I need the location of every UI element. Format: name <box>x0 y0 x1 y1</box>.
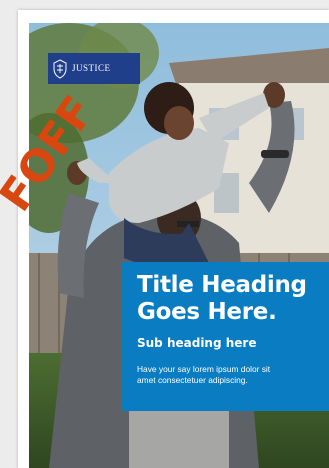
logo-name: JUSTICE <box>72 63 111 73</box>
logo-text: JUSTICE <box>72 64 111 73</box>
body-text: Have your say lorem ipsum dolor sit amet… <box>137 364 329 386</box>
title-heading: Title Heading Goes Here. <box>137 272 329 326</box>
title-line-1: Title Heading <box>137 272 307 298</box>
body-line-1: Have your say lorem ipsum dolor sit <box>137 364 271 374</box>
title-panel: Title Heading Goes Here. Sub heading her… <box>121 262 329 411</box>
sub-heading: Sub heading here <box>137 336 257 350</box>
title-line-2: Goes Here. <box>137 299 277 325</box>
crest-icon <box>53 58 67 79</box>
poster: JUSTICE Title Heading Goes Here. Sub hea… <box>18 10 329 468</box>
body-line-2: amet consectetuer adipiscing. <box>137 375 248 385</box>
page: JUSTICE Title Heading Goes Here. Sub hea… <box>0 0 329 468</box>
justice-logo: JUSTICE <box>48 53 140 84</box>
